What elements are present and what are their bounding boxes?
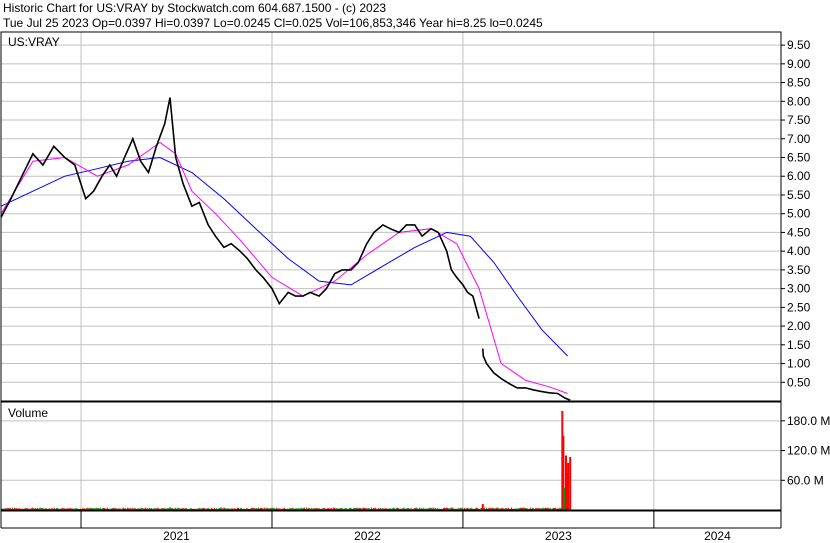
chart-title: Historic Chart for US:VRAY by Stockwatch… bbox=[3, 1, 387, 15]
price-tick-label: 3.00 bbox=[787, 282, 811, 296]
price-tick-label: 8.00 bbox=[787, 94, 811, 108]
volume-bar bbox=[569, 457, 572, 510]
price-tick-label: 2.00 bbox=[787, 319, 811, 333]
price-panel-frame bbox=[0, 31, 782, 402]
price-tick-label: 4.50 bbox=[787, 225, 811, 239]
volume-tick-label: 60.0 M bbox=[787, 473, 824, 487]
price-tick-label: 1.00 bbox=[787, 357, 811, 371]
price-tick-label: 2.50 bbox=[787, 300, 811, 314]
volume-panel-frame bbox=[0, 401, 782, 511]
volume-bar bbox=[481, 504, 484, 510]
price-tick-label: 7.50 bbox=[787, 113, 811, 127]
price-line bbox=[0, 97, 480, 319]
volume-bar bbox=[567, 462, 570, 510]
axis-labels: 9.50 9.00 8.50 8.00 7.50 7.00 6.50 6.00 5.50 5.00… bbox=[163, 38, 830, 543]
x-axis-year-label: 2023 bbox=[545, 529, 572, 543]
chart-canvas: 9.50 9.00 8.50 8.00 7.50 7.00 6.50 6.00 5.50 5.00… bbox=[0, 31, 830, 543]
volume-bars bbox=[0, 410, 572, 511]
grid-lines bbox=[1, 32, 781, 510]
price-lines bbox=[0, 97, 571, 401]
price-tick-label: 4.00 bbox=[787, 244, 811, 258]
price-line bbox=[482, 348, 571, 401]
x-axis-year-label: 2022 bbox=[354, 529, 381, 543]
stock-chart: 9.50 9.00 8.50 8.00 7.50 7.00 6.50 6.00 5.50 5.00… bbox=[0, 0, 830, 543]
volume-tick-label: 180.0 M bbox=[787, 414, 830, 428]
volume-tick-label: 120.0 M bbox=[787, 444, 830, 458]
price-tick-label: 1.50 bbox=[787, 338, 811, 352]
price-panel-label: US:VRAY bbox=[8, 35, 60, 49]
x-axis-year-label: 2021 bbox=[163, 529, 190, 543]
x-axis-year-label: 2024 bbox=[704, 529, 731, 543]
price-tick-label: 6.50 bbox=[787, 150, 811, 164]
price-tick-label: 5.00 bbox=[787, 207, 811, 221]
price-tick-label: 7.00 bbox=[787, 132, 811, 146]
price-tick-label: 9.50 bbox=[787, 38, 811, 52]
price-tick-label: 5.50 bbox=[787, 188, 811, 202]
price-tick-label: 9.00 bbox=[787, 57, 811, 71]
chart-frame bbox=[0, 31, 785, 529]
quote-summary: Tue Jul 25 2023 Op=0.0397 Hi=0.0397 Lo=0… bbox=[3, 16, 543, 30]
price-tick-label: 6.00 bbox=[787, 169, 811, 183]
price-tick-label: 0.50 bbox=[787, 375, 811, 389]
volume-panel-label: Volume bbox=[8, 406, 49, 420]
price-tick-label: 3.50 bbox=[787, 263, 811, 277]
price-tick-label: 8.50 bbox=[787, 76, 811, 90]
